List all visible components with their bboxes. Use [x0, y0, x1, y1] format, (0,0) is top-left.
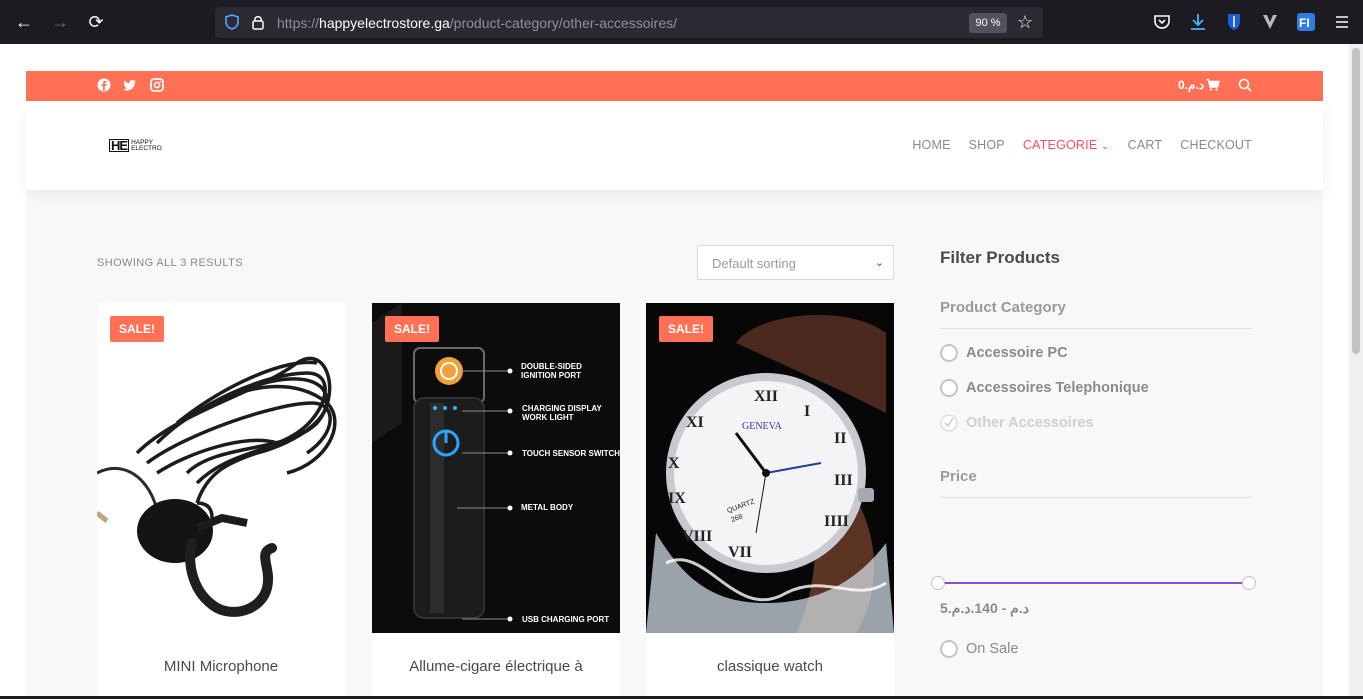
bitwarden-icon[interactable] — [1224, 12, 1244, 32]
product-image-microphone[interactable]: SALE! — [97, 303, 345, 633]
product-title[interactable]: Allume-cigare électrique à — [372, 658, 620, 675]
category-label: Accessoire PC — [966, 345, 1068, 361]
product-card[interactable]: SALE! MINI Microphone — [97, 303, 345, 699]
svg-text:X: X — [668, 455, 680, 472]
logo-mark: HE — [109, 138, 130, 153]
site-header: HE HAPPY ELECTRO HOME SHOP CATEGORIE ⌄ C… — [26, 101, 1323, 190]
logo-text: HAPPY ELECTRO — [131, 139, 162, 152]
site-logo[interactable]: HE HAPPY ELECTRO — [109, 139, 162, 152]
price-range-text: 5.د.م - 140.د.م — [940, 600, 1029, 616]
reload-icon[interactable]: ⟳ — [85, 11, 107, 33]
radio-button-checked[interactable] — [940, 414, 958, 432]
product-image-watch[interactable]: XII I II III IIII XI X IX VIII VII GENEV… — [646, 303, 894, 633]
top-bar: 0.د.م — [26, 71, 1323, 101]
browser-toolbar: ← → ⟳ https://happyelectrostore.ga/produ… — [0, 0, 1363, 44]
lighter-feature-5: USB CHARGING PORT — [522, 615, 609, 624]
main-nav: HOME SHOP CATEGORIE ⌄ CART CHECKOUT — [912, 138, 1252, 152]
category-label: Accessoires Telephonique — [966, 380, 1149, 396]
lighter-feature-2: CHARGING DISPLAY — [522, 404, 602, 413]
cart-amount[interactable]: 0.د.م — [1178, 78, 1204, 92]
divider — [940, 497, 1252, 498]
instagram-icon[interactable] — [150, 78, 164, 92]
svg-text:IIII: IIII — [824, 513, 849, 530]
svg-text:XII: XII — [754, 388, 778, 405]
pocket-icon[interactable] — [1152, 12, 1172, 32]
price-filter-title: Price — [940, 468, 977, 485]
radio-button[interactable] — [940, 344, 958, 362]
price-slider-max-handle[interactable] — [1242, 576, 1256, 590]
nav-cart[interactable]: CART — [1128, 138, 1163, 152]
nav-shop[interactable]: SHOP — [969, 138, 1005, 152]
page-scrollbar[interactable] — [1349, 44, 1363, 699]
sort-select[interactable]: Default sorting ⌄ — [697, 245, 894, 280]
product-title[interactable]: classique watch — [646, 658, 894, 675]
watch-image: XII I II III IIII XI X IX VIII VII GENEV… — [646, 314, 894, 633]
page-viewport: 0.د.م HE HAPPY ELECTRO HOME SHOP CATEGOR… — [0, 44, 1363, 699]
url-text[interactable]: https://happyelectrostore.ga/product-cat… — [277, 15, 677, 31]
svg-text:VIII: VIII — [682, 528, 712, 545]
twitter-icon[interactable] — [123, 78, 137, 92]
svg-text:II: II — [834, 430, 846, 447]
search-icon[interactable] — [1238, 78, 1252, 92]
lighter-image: DOUBLE-SIDED IGNITION PORT CHARGING DISP… — [372, 303, 620, 624]
facebook-icon[interactable] — [97, 78, 111, 92]
extension-fi-icon[interactable]: FI — [1296, 12, 1316, 32]
chevron-down-icon: ⌄ — [1101, 141, 1110, 152]
lighter-feature-4: METAL BODY — [521, 503, 574, 512]
back-icon[interactable]: ← — [13, 11, 35, 33]
svg-text:IX: IX — [668, 490, 686, 507]
scrollbar-thumb[interactable] — [1352, 48, 1360, 354]
extension-v-icon[interactable] — [1260, 12, 1280, 32]
radio-button[interactable] — [940, 640, 958, 658]
product-card[interactable]: XII I II III IIII XI X IX VIII VII GENEV… — [646, 303, 894, 699]
product-title[interactable]: MINI Microphone — [97, 658, 345, 675]
chevron-down-icon: ⌄ — [874, 257, 884, 269]
price-slider-min-handle[interactable] — [931, 576, 945, 590]
nav-home[interactable]: HOME — [912, 138, 950, 152]
results-count: SHOWING ALL 3 RESULTS — [97, 257, 243, 269]
svg-text:XI: XI — [686, 414, 704, 431]
filter-title: Filter Products — [940, 248, 1060, 267]
cart-icon[interactable] — [1206, 78, 1220, 92]
product-card[interactable]: DOUBLE-SIDED IGNITION PORT CHARGING DISP… — [372, 303, 620, 699]
lighter-feature-2b: WORK LIGHT — [522, 413, 574, 422]
category-option-accessoires-telephonique[interactable]: Accessoires Telephonique — [940, 379, 1149, 397]
downloads-icon[interactable] — [1188, 12, 1208, 32]
divider — [940, 328, 1252, 329]
watch-brand-text: GENEVA — [742, 421, 783, 432]
menu-icon[interactable] — [1332, 12, 1352, 32]
svg-text:VII: VII — [728, 544, 752, 561]
category-filter-title: Product Category — [940, 299, 1066, 316]
tracking-protection-icon[interactable] — [225, 14, 239, 30]
category-label: Other Accessoires — [966, 415, 1094, 431]
lighter-feature-3: TOUCH SENSOR SWITCH — [522, 449, 620, 458]
lighter-feature-1b: IGNITION PORT — [521, 371, 581, 380]
nav-categorie-label: CATEGORIE — [1022, 138, 1098, 152]
logo-line2: ELECTRO — [131, 144, 162, 152]
category-option-other-accessoires[interactable]: Other Accessoires — [940, 414, 1094, 432]
zoom-level-badge[interactable]: 90 % — [969, 13, 1007, 33]
lighter-feature-1: DOUBLE-SIDED — [521, 362, 582, 371]
svg-text:FI: FI — [1299, 16, 1310, 30]
lock-icon[interactable] — [251, 14, 265, 30]
product-image-lighter[interactable]: DOUBLE-SIDED IGNITION PORT CHARGING DISP… — [372, 303, 620, 633]
price-slider-track[interactable] — [940, 582, 1252, 584]
nav-categorie[interactable]: CATEGORIE ⌄ — [1023, 138, 1110, 152]
radio-button[interactable] — [940, 379, 958, 397]
sale-badge: SALE! — [110, 316, 164, 342]
checkmark-icon — [944, 417, 954, 428]
nav-checkout[interactable]: CHECKOUT — [1180, 138, 1252, 152]
bookmark-star-icon[interactable]: ☆ — [1017, 12, 1033, 32]
sale-badge: SALE! — [385, 316, 439, 342]
sort-selected-label: Default sorting — [712, 256, 796, 271]
svg-text:I: I — [804, 403, 810, 420]
on-sale-option[interactable]: On Sale — [940, 640, 1018, 658]
on-sale-label: On Sale — [966, 641, 1019, 657]
category-option-accessoire-pc[interactable]: Accessoire PC — [940, 344, 1068, 362]
sale-badge: SALE! — [659, 316, 713, 342]
microphone-image — [97, 356, 337, 617]
svg-text:III: III — [834, 472, 853, 489]
address-bar[interactable]: https://happyelectrostore.ga/product-cat… — [215, 7, 1043, 38]
forward-icon[interactable]: → — [49, 11, 71, 33]
